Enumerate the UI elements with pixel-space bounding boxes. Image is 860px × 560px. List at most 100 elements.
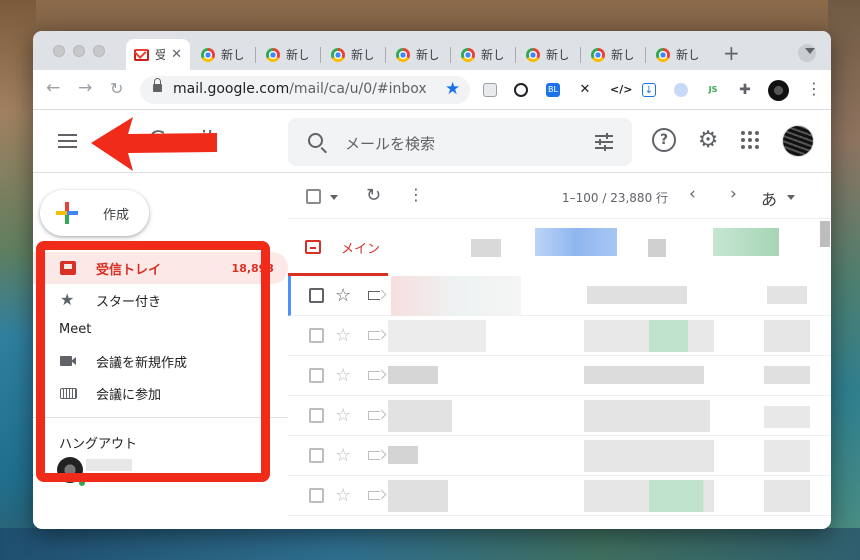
chrome-icon	[331, 47, 345, 62]
tab-label: 新し	[481, 48, 503, 62]
extension-owl-icon[interactable]	[674, 83, 688, 97]
extension-reader-icon[interactable]	[483, 83, 497, 97]
chevron-down-icon[interactable]	[787, 195, 795, 200]
search-icon[interactable]	[308, 133, 323, 148]
mail-row[interactable]: ☆	[288, 276, 831, 316]
zoom-window-button[interactable]	[93, 45, 105, 57]
tab-new-5[interactable]: 新し	[453, 39, 511, 70]
inbox-icon	[305, 240, 321, 254]
tab-label: 新し	[351, 48, 373, 62]
tab-gmail[interactable]: 受 ✕	[126, 39, 190, 70]
new-tab-button[interactable]: +	[723, 41, 740, 65]
tab-new-2[interactable]: 新し	[258, 39, 316, 70]
category-tabs: メイン	[288, 219, 831, 276]
forward-button[interactable]: →	[78, 78, 92, 98]
highlight-annotation-box	[36, 241, 270, 482]
chrome-icon	[656, 47, 670, 62]
bookmark-star-icon[interactable]: ★	[445, 79, 460, 99]
mail-row[interactable]: ☆	[288, 356, 831, 396]
importance-marker-icon[interactable]	[368, 291, 380, 300]
chevron-right-icon[interactable]: ›	[730, 184, 737, 204]
tab-new-6[interactable]: 新し	[518, 39, 576, 70]
gear-icon[interactable]: ⚙	[696, 128, 720, 152]
main-menu-icon[interactable]	[58, 134, 77, 148]
select-all-checkbox[interactable]	[306, 189, 321, 204]
tab-new-7[interactable]: 新し	[583, 39, 641, 70]
browser-toolbar: ← → ↻ mail.google.com/mail/ca/u/0/#inbox…	[33, 70, 831, 110]
chevron-down-icon[interactable]	[330, 195, 338, 200]
browser-menu-icon[interactable]: ⋮	[806, 79, 822, 98]
importance-marker-icon[interactable]	[368, 411, 380, 420]
tab-new-1[interactable]: 新し	[193, 39, 251, 70]
tab-new-3[interactable]: 新し	[323, 39, 381, 70]
compose-button[interactable]: 作成	[40, 190, 149, 236]
mail-checkbox[interactable]	[309, 288, 324, 303]
reload-button[interactable]: ↻	[110, 79, 123, 98]
chrome-icon	[266, 47, 280, 62]
chrome-icon	[201, 47, 215, 62]
importance-marker-icon[interactable]	[368, 491, 380, 500]
mail-checkbox[interactable]	[309, 328, 324, 343]
lock-icon	[153, 78, 162, 92]
profile-avatar[interactable]	[768, 80, 789, 101]
scrollbar-thumb[interactable]	[820, 221, 830, 247]
star-icon[interactable]: ☆	[335, 485, 351, 506]
chrome-icon	[526, 47, 540, 62]
chevron-left-icon[interactable]: ‹	[689, 184, 696, 204]
mail-checkbox[interactable]	[309, 408, 324, 423]
mail-row[interactable]: ☆	[288, 476, 831, 516]
extension-download-icon[interactable]: ↓	[642, 83, 656, 97]
importance-marker-icon[interactable]	[368, 371, 380, 380]
search-options-icon[interactable]	[595, 133, 613, 151]
address-bar[interactable]: mail.google.com/mail/ca/u/0/#inbox ★	[140, 76, 470, 104]
mail-row[interactable]: ☆	[288, 316, 831, 356]
mail-checkbox[interactable]	[309, 488, 324, 503]
tab-label: 受	[155, 48, 166, 62]
star-icon[interactable]: ☆	[335, 365, 351, 386]
mail-checkbox[interactable]	[309, 448, 324, 463]
star-icon[interactable]: ☆	[335, 405, 351, 426]
back-button[interactable]: ←	[46, 78, 60, 98]
extension-pin-icon[interactable]: ✕	[578, 83, 592, 97]
importance-marker-icon[interactable]	[368, 331, 380, 340]
mail-row[interactable]: ☆	[288, 436, 831, 476]
account-avatar[interactable]	[782, 125, 814, 157]
tab-label: 新し	[221, 48, 243, 62]
url-text: mail.google.com/mail/ca/u/0/#inbox	[173, 81, 427, 97]
pagination-text: 1–100 / 23,880 行	[562, 191, 669, 205]
help-icon[interactable]: ?	[652, 128, 676, 152]
tab-primary[interactable]: メイン	[288, 219, 388, 276]
extensions-puzzle-icon[interactable]: ✚	[738, 83, 752, 97]
extension-js-icon[interactable]: JS	[706, 83, 720, 97]
chrome-icon	[591, 47, 605, 62]
close-window-button[interactable]	[53, 45, 65, 57]
importance-marker-icon[interactable]	[368, 451, 380, 460]
mail-checkbox[interactable]	[309, 368, 324, 383]
extension-block-icon[interactable]	[514, 83, 528, 97]
search-input[interactable]: メールを検索	[345, 133, 435, 154]
close-icon[interactable]: ✕	[171, 47, 182, 62]
desktop-background-right	[828, 0, 860, 560]
tab-new-4[interactable]: 新し	[388, 39, 446, 70]
star-icon[interactable]: ☆	[335, 445, 351, 466]
arrow-annotation-icon	[91, 117, 217, 171]
compose-label: 作成	[103, 208, 130, 223]
mail-toolbar: ↻ ⋮ 1–100 / 23,880 行 ‹ › あ	[288, 173, 831, 219]
tab-label: 新し	[611, 48, 633, 62]
desktop-background-bottom	[0, 528, 860, 560]
apps-grid-icon[interactable]	[738, 128, 762, 152]
desktop-background-left	[0, 0, 36, 560]
extension-bl-icon[interactable]: BL	[546, 83, 560, 97]
input-tools-button[interactable]: あ	[761, 186, 777, 210]
mail-row[interactable]: ☆	[288, 396, 831, 436]
chevron-down-icon	[805, 48, 815, 54]
tab-primary-label: メイン	[341, 242, 381, 257]
search-box[interactable]: メールを検索	[288, 118, 632, 166]
minimize-window-button[interactable]	[73, 45, 85, 57]
star-icon[interactable]: ☆	[335, 285, 351, 306]
star-icon[interactable]: ☆	[335, 325, 351, 346]
tab-new-8[interactable]: 新し	[648, 39, 706, 70]
extension-code-icon[interactable]: </>	[610, 83, 632, 97]
refresh-icon[interactable]: ↻	[366, 185, 381, 206]
more-options-icon[interactable]: ⋮	[408, 185, 424, 204]
